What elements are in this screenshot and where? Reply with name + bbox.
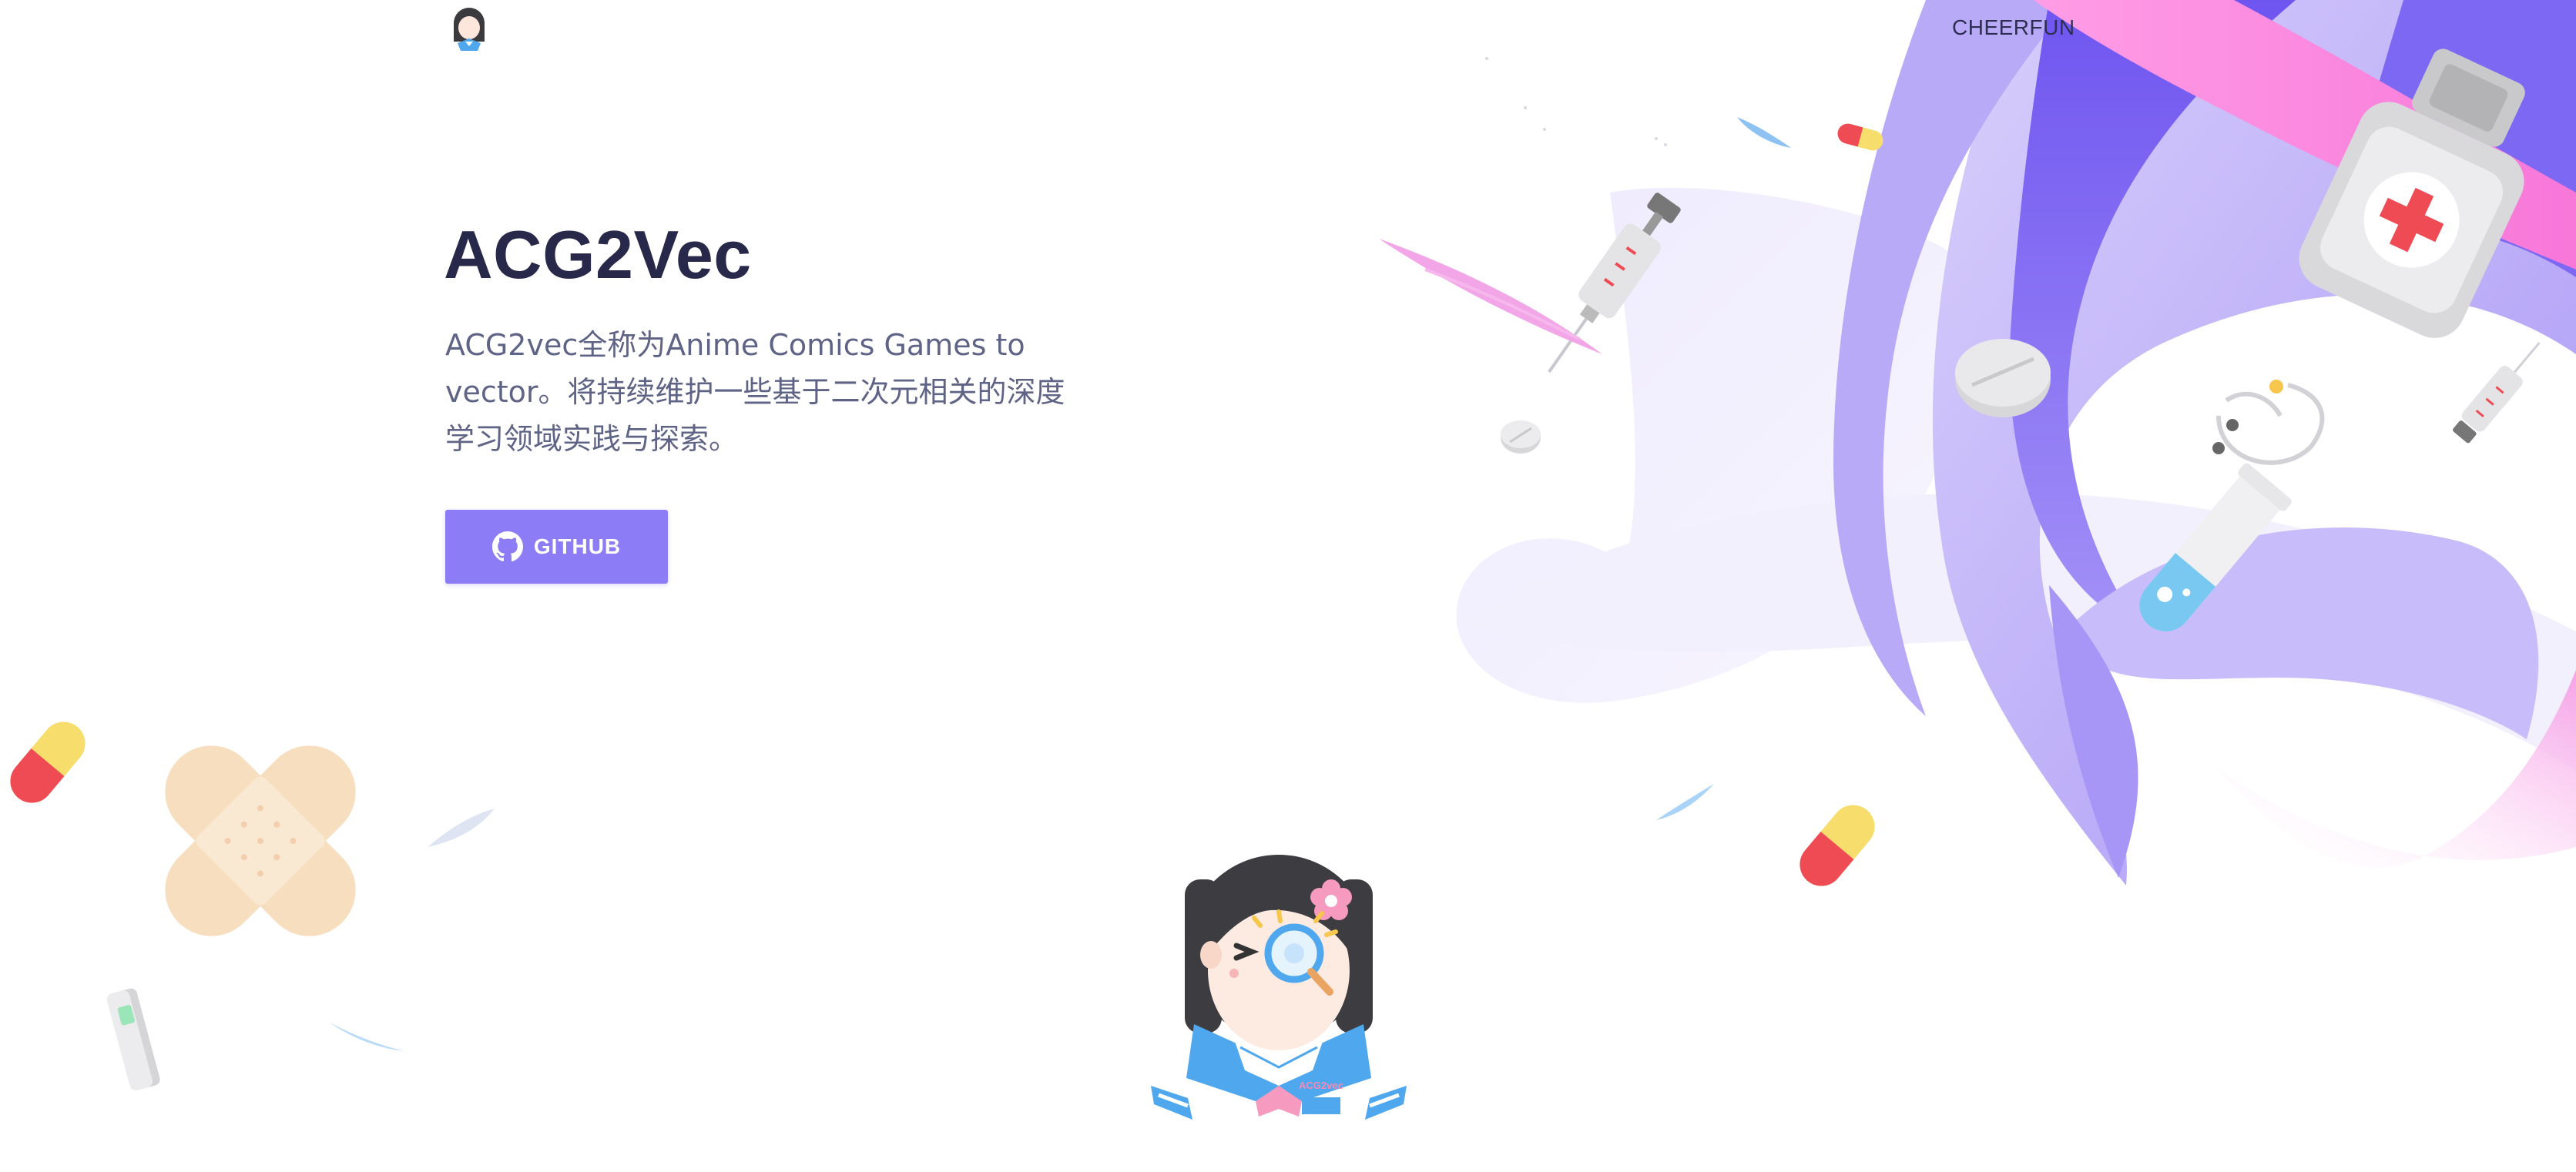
blue-streak-mid	[1656, 784, 1714, 820]
github-button[interactable]: GITHUB	[445, 510, 668, 584]
github-button-label: GITHUB	[533, 534, 622, 558]
syringe-small-icon	[2453, 342, 2541, 444]
github-icon	[491, 531, 523, 562]
thermometer-icon	[106, 988, 160, 1090]
pill-icon	[1955, 339, 2051, 417]
capsule-right-icon	[1800, 805, 1875, 886]
blue-streak-top	[1737, 117, 1791, 148]
blue-streak-left	[428, 809, 495, 847]
blue-streak-low	[330, 1023, 404, 1051]
nav-link-cheerfun[interactable]: CHEERFUN	[1952, 15, 2075, 40]
bandage-icon	[165, 745, 356, 936]
pill-small-icon	[1501, 420, 1541, 454]
hero-description: ACG2vec全称为Anime Comics Games to vector。将…	[445, 328, 1065, 456]
speck-dots	[1485, 57, 1667, 146]
capsule-left-icon	[10, 722, 86, 803]
mascot-illustration	[1151, 855, 1407, 1120]
logo-icon[interactable]	[447, 5, 491, 52]
page-title: ACG2Vec	[444, 216, 752, 293]
capsule-top-icon	[1837, 123, 1883, 151]
page: CHEERFUN ACG2Vec ACG2vec全称为Anime Comics …	[0, 0, 2576, 1172]
mascot-badge-text: ACG2vec	[1299, 1080, 1343, 1091]
stethoscope-icon	[2212, 380, 2325, 465]
